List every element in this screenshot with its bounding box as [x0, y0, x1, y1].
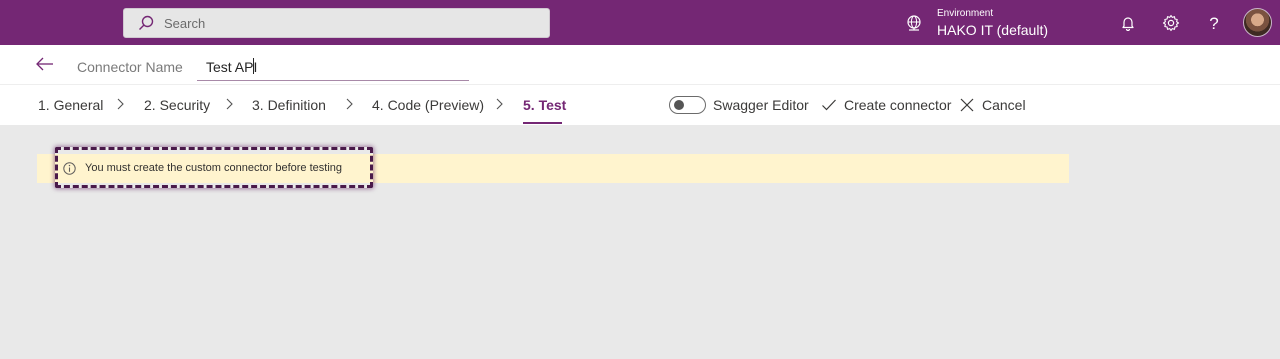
- environment-value: HAKO IT (default): [937, 22, 1049, 38]
- connector-name-label: Connector Name: [77, 59, 183, 75]
- chevron-right-icon: [226, 98, 233, 110]
- chevron-right-icon: [496, 98, 503, 110]
- top-bar: Search Environment HAKO IT (default) ?: [0, 0, 1280, 45]
- close-icon[interactable]: [959, 97, 975, 113]
- swagger-editor-label[interactable]: Swagger Editor: [713, 97, 809, 113]
- bell-icon: [1122, 17, 1134, 31]
- environment-picker[interactable]: Environment HAKO IT (default): [905, 6, 1048, 40]
- connector-name-input[interactable]: Test API: [197, 54, 469, 81]
- back-arrow-icon[interactable]: [36, 57, 54, 71]
- active-tab-indicator: [523, 122, 562, 124]
- tab-security[interactable]: 2. Security: [144, 97, 210, 113]
- toggle-knob: [674, 100, 684, 110]
- tab-code-preview[interactable]: 4. Code (Preview): [372, 97, 484, 113]
- chevron-right-icon: [117, 98, 124, 110]
- cancel-button[interactable]: Cancel: [982, 97, 1026, 113]
- help-icon: ?: [1209, 13, 1219, 33]
- settings-button[interactable]: [1161, 13, 1181, 33]
- create-connector-button[interactable]: Create connector: [844, 97, 951, 113]
- wizard-steps: 1. General 2. Security 3. Definition 4. …: [0, 85, 1280, 125]
- gear-icon: [1162, 14, 1180, 32]
- tab-test[interactable]: 5. Test: [523, 97, 566, 113]
- chevron-right-icon: [346, 98, 353, 110]
- search-box[interactable]: Search: [123, 8, 550, 38]
- text-caret: [253, 58, 254, 74]
- help-button[interactable]: ?: [1204, 13, 1224, 33]
- annotation-highlight-box: [55, 147, 373, 188]
- tab-general[interactable]: 1. General: [38, 97, 103, 113]
- avatar[interactable]: [1243, 8, 1272, 37]
- connector-name-row: Connector Name Test API: [0, 45, 1280, 85]
- tab-definition[interactable]: 3. Definition: [252, 97, 326, 113]
- swagger-editor-toggle[interactable]: [669, 96, 706, 114]
- connector-name-value: Test API: [206, 59, 258, 75]
- search-placeholder: Search: [164, 15, 206, 31]
- checkmark-icon[interactable]: [821, 97, 837, 113]
- search-icon: [139, 15, 154, 30]
- environment-label: Environment: [937, 8, 994, 19]
- environment-globe-icon: [907, 15, 921, 31]
- notifications-button[interactable]: [1118, 13, 1138, 33]
